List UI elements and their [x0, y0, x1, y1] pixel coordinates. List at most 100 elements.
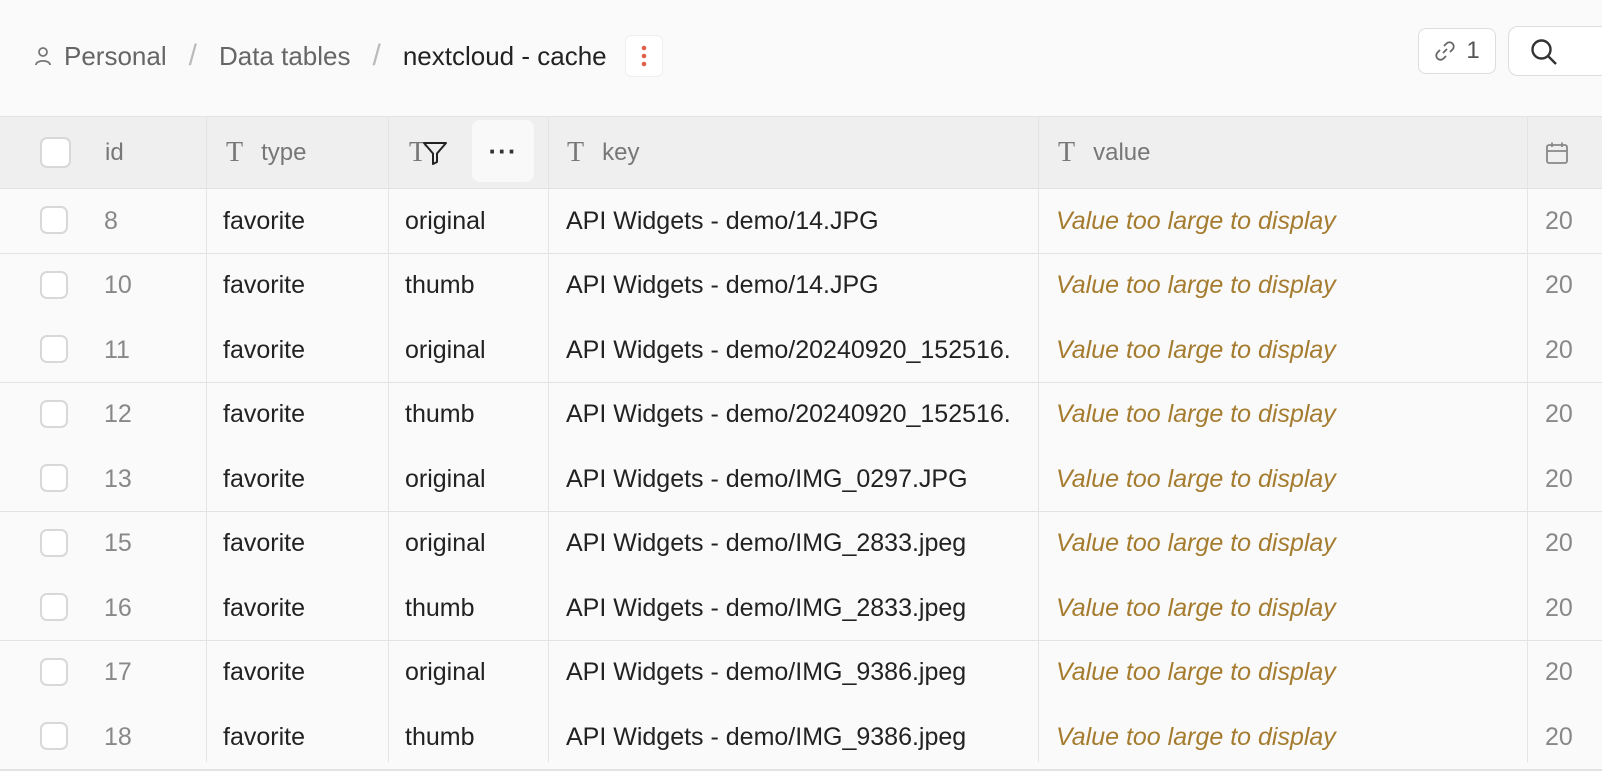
cell-key[interactable]: API Widgets - demo/IMG_0297.JPG — [566, 447, 1038, 511]
cell-variant[interactable]: original — [405, 447, 545, 511]
row-select-checkbox[interactable] — [40, 206, 68, 234]
breadcrumb-current-table[interactable]: nextcloud - cache — [403, 41, 607, 72]
cell-variant[interactable]: thumb — [405, 576, 545, 640]
cell-id[interactable]: 12 — [104, 383, 194, 447]
column-header-date[interactable] — [1545, 117, 1569, 188]
cell-value[interactable]: Value too large to display — [1056, 383, 1516, 447]
cell-id[interactable]: 18 — [104, 705, 194, 769]
filter-icon — [423, 141, 448, 165]
row-select-checkbox[interactable] — [40, 270, 68, 299]
select-all-checkbox[interactable] — [40, 137, 71, 168]
cell-date[interactable]: 20 — [1545, 705, 1602, 769]
column-header-type-label: type — [261, 138, 307, 166]
cell-id[interactable]: 13 — [104, 447, 194, 511]
cell-key[interactable]: API Widgets - demo/IMG_9386.jpeg — [566, 705, 1038, 769]
cell-variant[interactable]: original — [405, 318, 545, 382]
cell-date[interactable]: 20 — [1545, 383, 1602, 447]
cell-type[interactable]: favorite — [223, 254, 383, 318]
column-header-key[interactable]: T key — [567, 117, 639, 188]
cell-value[interactable]: Value too large to display — [1056, 705, 1516, 769]
cell-value[interactable]: Value too large to display — [1056, 512, 1516, 576]
table-row[interactable]: 10 favorite thumb API Widgets - demo/14.JPG… — [0, 253, 1602, 320]
row-select-checkbox[interactable] — [40, 657, 68, 686]
table-row[interactable]: 13 favorite original API Widgets - demo/IMG… — [0, 447, 1602, 513]
cell-variant[interactable]: original — [405, 512, 545, 576]
column-header-id[interactable]: id — [105, 117, 124, 188]
search-button[interactable] — [1508, 26, 1602, 76]
column-divider — [1038, 117, 1039, 762]
row-select-checkbox[interactable] — [40, 464, 68, 492]
cell-key[interactable]: API Widgets - demo/IMG_9386.jpeg — [566, 641, 1038, 705]
breadcrumb: Personal / Data tables / nextcloud - cac… — [34, 34, 663, 78]
share-link-button[interactable]: 1 — [1418, 28, 1496, 74]
cell-type[interactable]: favorite — [223, 576, 383, 640]
column-header-type[interactable]: T type — [226, 117, 306, 188]
row-select-checkbox[interactable] — [40, 593, 68, 621]
cell-type[interactable]: favorite — [223, 383, 383, 447]
column-divider — [388, 117, 389, 762]
cell-key[interactable]: API Widgets - demo/14.JPG — [566, 189, 1038, 253]
column-header-filtered[interactable]: T — [409, 117, 448, 188]
table-row[interactable]: 11 favorite original API Widgets - demo/202… — [0, 318, 1602, 384]
cell-date[interactable]: 20 — [1545, 189, 1602, 253]
table-options-button[interactable] — [624, 35, 663, 77]
cell-value[interactable]: Value too large to display — [1056, 576, 1516, 640]
row-select-checkbox[interactable] — [40, 528, 68, 557]
table-row[interactable]: 15 favorite original API Widgets - demo/IMG… — [0, 511, 1602, 578]
row-select-checkbox[interactable] — [40, 399, 68, 428]
cell-key[interactable]: API Widgets - demo/20240920_152516. — [566, 318, 1038, 382]
cell-id[interactable]: 17 — [104, 641, 194, 705]
cell-value[interactable]: Value too large to display — [1056, 318, 1516, 382]
cell-value[interactable]: Value too large to display — [1056, 447, 1516, 511]
column-options-button[interactable]: ··· — [472, 120, 534, 182]
cell-type[interactable]: favorite — [223, 189, 383, 253]
table-header: id T type T T key T value — [0, 117, 1602, 190]
cell-id[interactable]: 8 — [104, 189, 194, 253]
cell-date[interactable]: 20 — [1545, 447, 1602, 511]
cell-type[interactable]: favorite — [223, 705, 383, 769]
breadcrumb-personal[interactable]: Personal — [34, 41, 167, 72]
cell-key[interactable]: API Widgets - demo/14.JPG — [566, 254, 1038, 318]
person-icon — [35, 47, 51, 66]
cell-date[interactable]: 20 — [1545, 318, 1602, 382]
row-select-checkbox[interactable] — [40, 722, 68, 750]
cell-variant[interactable]: thumb — [405, 383, 545, 447]
column-divider — [1527, 117, 1528, 762]
top-bar: Personal / Data tables / nextcloud - cac… — [0, 0, 1602, 117]
cell-date[interactable]: 20 — [1545, 641, 1602, 705]
row-select-checkbox[interactable] — [40, 335, 68, 363]
cell-value[interactable]: Value too large to display — [1056, 641, 1516, 705]
cell-type[interactable]: favorite — [223, 512, 383, 576]
table-row[interactable]: 18 favorite thumb API Widgets - demo/IMG_93… — [0, 705, 1602, 771]
cell-key[interactable]: API Widgets - demo/IMG_2833.jpeg — [566, 576, 1038, 640]
table-row[interactable]: 16 favorite thumb API Widgets - demo/IMG_28… — [0, 576, 1602, 642]
cell-variant[interactable]: original — [405, 189, 545, 253]
cell-date[interactable]: 20 — [1545, 254, 1602, 318]
cell-id[interactable]: 10 — [104, 254, 194, 318]
search-icon — [1531, 39, 1557, 65]
cell-variant[interactable]: thumb — [405, 705, 545, 769]
cell-date[interactable]: 20 — [1545, 576, 1602, 640]
cell-value[interactable]: Value too large to display — [1056, 254, 1516, 318]
breadcrumb-data-tables[interactable]: Data tables — [219, 41, 351, 72]
cell-id[interactable]: 16 — [104, 576, 194, 640]
column-divider — [548, 117, 549, 762]
column-divider — [206, 117, 207, 762]
table-row[interactable]: 12 favorite thumb API Widgets - demo/202409… — [0, 382, 1602, 449]
column-options-label: ··· — [488, 135, 518, 166]
cell-type[interactable]: favorite — [223, 641, 383, 705]
table-row[interactable]: 8 favorite original API Widgets - demo/14.J… — [0, 189, 1602, 255]
cell-id[interactable]: 11 — [104, 318, 194, 382]
cell-key[interactable]: API Widgets - demo/20240920_152516. — [566, 383, 1038, 447]
text-type-icon: T — [1058, 136, 1076, 168]
cell-date[interactable]: 20 — [1545, 512, 1602, 576]
cell-type[interactable]: favorite — [223, 447, 383, 511]
cell-key[interactable]: API Widgets - demo/IMG_2833.jpeg — [566, 512, 1038, 576]
column-header-value[interactable]: T value — [1058, 117, 1150, 188]
table-row[interactable]: 17 favorite original API Widgets - demo/IMG… — [0, 640, 1602, 707]
cell-value[interactable]: Value too large to display — [1056, 189, 1516, 253]
cell-variant[interactable]: thumb — [405, 254, 545, 318]
cell-id[interactable]: 15 — [104, 512, 194, 576]
cell-type[interactable]: favorite — [223, 318, 383, 382]
cell-variant[interactable]: original — [405, 641, 545, 705]
